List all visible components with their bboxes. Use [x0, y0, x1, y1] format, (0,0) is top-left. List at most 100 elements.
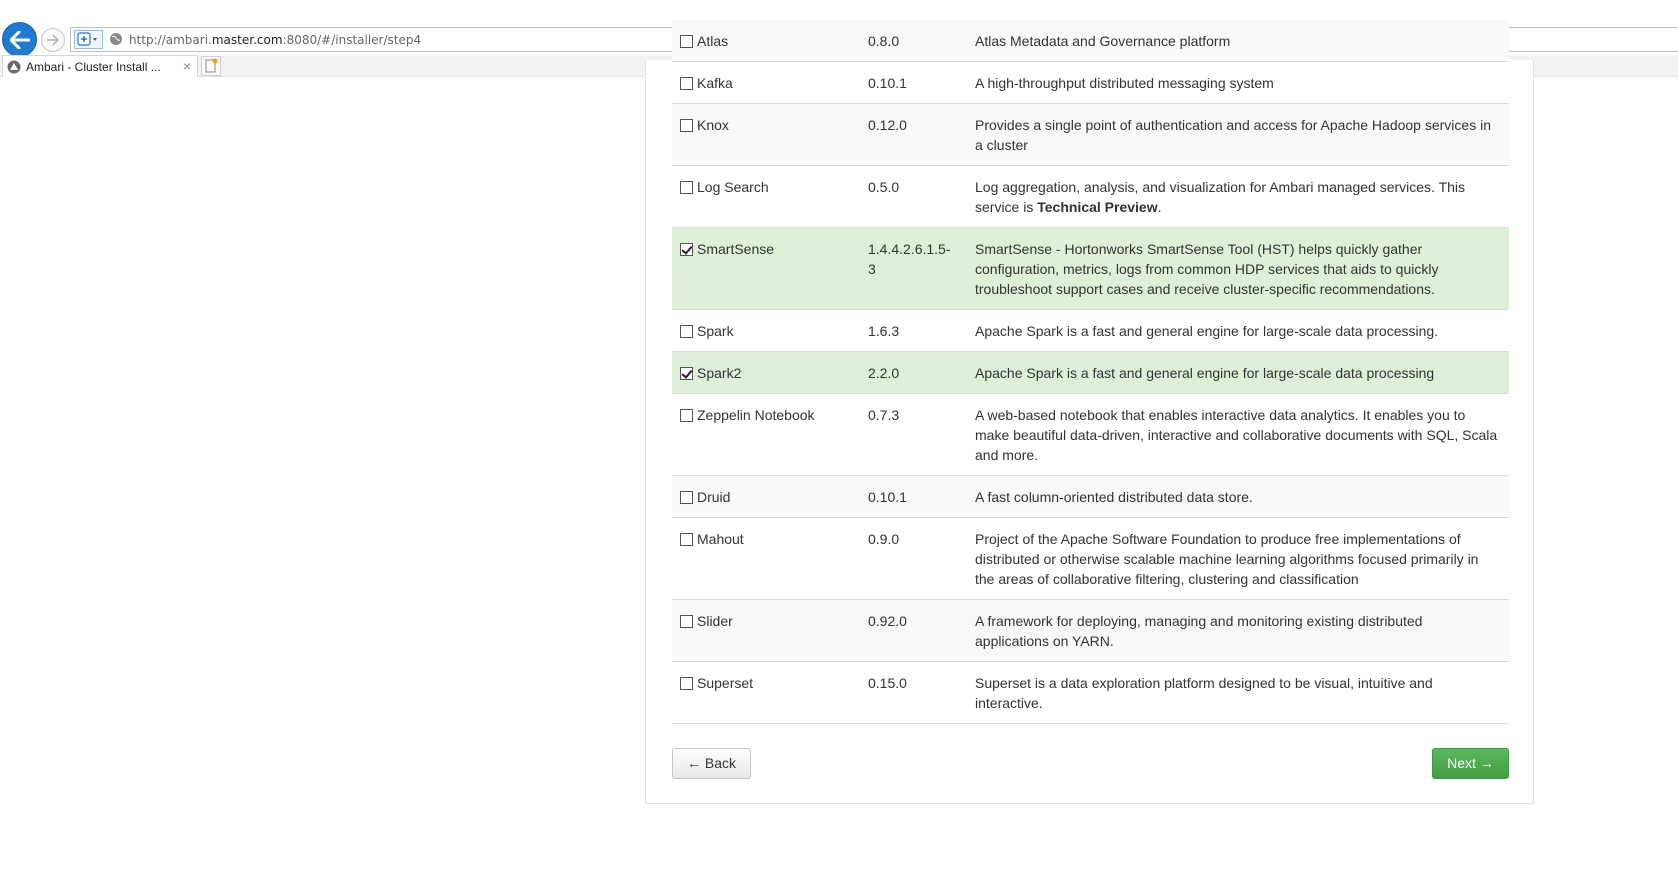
service-name: Spark2: [697, 365, 742, 381]
service-checkbox[interactable]: [680, 119, 693, 132]
service-name-cell: Spark: [672, 309, 859, 352]
table-row: Zeppelin Notebook 0.7.3 A web-based notebo…: [672, 393, 1509, 476]
service-version: 2.2.0: [859, 351, 965, 394]
service-checkbox[interactable]: [680, 181, 693, 194]
service-version: 0.8.0: [859, 20, 965, 62]
service-description-cell: Provides a single point of authenticatio…: [965, 103, 1509, 166]
browser-back-button[interactable]: [2, 22, 37, 57]
tab-ambari-install[interactable]: Ambari - Cluster Install ... ×: [2, 55, 198, 77]
service-checkbox[interactable]: [680, 325, 693, 338]
service-name-cell: Druid: [672, 475, 859, 518]
service-description-cell: Superset is a data exploration platform …: [965, 661, 1509, 724]
service-name-cell: Atlas: [672, 20, 859, 62]
service-name-cell: Knox: [672, 103, 859, 166]
next-button[interactable]: Next →: [1432, 748, 1509, 779]
site-security-icon[interactable]: [74, 30, 103, 49]
service-name: Druid: [697, 489, 731, 505]
service-version: 0.12.0: [859, 103, 965, 166]
service-description-cell: Log aggregation, analysis, and visualiza…: [965, 165, 1509, 228]
service-checkbox[interactable]: [680, 677, 693, 690]
service-description-cell: Apache Spark is a fast and general engin…: [965, 309, 1509, 352]
arrow-right-icon: [47, 34, 60, 46]
service-description: Apache Spark is a fast and general engin…: [975, 365, 1435, 381]
service-checkbox[interactable]: [680, 35, 693, 48]
back-button[interactable]: ← Back: [672, 748, 751, 779]
service-checkbox[interactable]: [680, 491, 693, 504]
service-description-cell: A fast column-oriented distributed data …: [965, 475, 1509, 518]
service-name: Spark: [697, 323, 734, 339]
service-name: SmartSense: [697, 241, 775, 257]
service-name-cell: Zeppelin Notebook: [672, 393, 859, 476]
service-name: Slider: [697, 613, 733, 629]
service-name-cell: Superset: [672, 661, 859, 724]
service-description: A high-throughput distributed messaging …: [975, 75, 1274, 91]
arrow-left-icon: [9, 30, 30, 49]
service-description: Atlas Metadata and Governance platform: [975, 33, 1231, 49]
close-tab-icon[interactable]: ×: [183, 58, 191, 74]
service-name-cell: Kafka: [672, 61, 859, 104]
service-description-cell: A web-based notebook that enables intera…: [965, 393, 1509, 476]
service-name: Knox: [697, 117, 729, 133]
service-name: Atlas: [697, 33, 729, 49]
technical-preview-label: Technical Preview: [1037, 199, 1158, 215]
service-version: 0.5.0: [859, 165, 965, 228]
service-description-cell: Atlas Metadata and Governance platform: [965, 20, 1509, 62]
service-version: 0.15.0: [859, 661, 965, 724]
service-description: SmartSense - Hortonworks SmartSense Tool…: [975, 241, 1439, 297]
table-row: Slider 0.92.0 A framework for deploying, m…: [672, 599, 1509, 662]
service-name-cell: Log Search: [672, 165, 859, 228]
service-name-cell: Slider: [672, 599, 859, 662]
service-version: 1.4.4.2.6.1.5-3: [859, 227, 965, 310]
table-row: Spark2 2.2.0 Apache Spark is a fast and ge…: [672, 351, 1509, 394]
table-row: Superset 0.15.0 Superset is a data explora…: [672, 661, 1509, 724]
table-row: Spark 1.6.3 Apache Spark is a fast and gen…: [672, 309, 1509, 352]
service-name-cell: SmartSense: [672, 227, 859, 310]
service-name: Mahout: [697, 531, 744, 547]
new-tab-icon: [205, 58, 218, 73]
service-version: 0.7.3: [859, 393, 965, 476]
service-checkbox[interactable]: [680, 367, 693, 380]
service-description-cell: A high-throughput distributed messaging …: [965, 61, 1509, 104]
choose-services-panel: Atlas 0.8.0 Atlas Metadata and Governance …: [645, 20, 1534, 804]
service-description-tail: .: [1157, 199, 1162, 215]
service-description: Apache Spark is a fast and general engin…: [975, 323, 1439, 339]
service-name: Superset: [697, 675, 754, 691]
url-text[interactable]: http://ambari.master.com:8080/#/installe…: [129, 33, 421, 47]
service-name-cell: Spark2: [672, 351, 859, 394]
table-row: Log Search 0.5.0 Log aggregation, analysis…: [672, 165, 1509, 228]
tab-title: Ambari - Cluster Install ...: [26, 60, 161, 74]
service-description: A web-based notebook that enables intera…: [975, 407, 1498, 463]
service-checkbox[interactable]: [680, 77, 693, 90]
services-table: Atlas 0.8.0 Atlas Metadata and Governance …: [672, 20, 1509, 724]
new-tab-button[interactable]: [201, 56, 221, 76]
service-description: A fast column-oriented distributed data …: [975, 489, 1253, 505]
service-description: A framework for deploying, managing and …: [975, 613, 1423, 649]
service-description: Provides a single point of authenticatio…: [975, 117, 1491, 153]
table-row: Atlas 0.8.0 Atlas Metadata and Governance …: [672, 20, 1509, 62]
service-version: 0.92.0: [859, 599, 965, 662]
service-version: 0.10.1: [859, 475, 965, 518]
service-checkbox[interactable]: [680, 409, 693, 422]
service-checkbox[interactable]: [680, 533, 693, 546]
service-name: Kafka: [697, 75, 733, 91]
service-description-cell: A framework for deploying, managing and …: [965, 599, 1509, 662]
service-name-cell: Mahout: [672, 517, 859, 600]
service-checkbox[interactable]: [680, 243, 693, 256]
table-row: SmartSense 1.4.4.2.6.1.5-3 SmartSense - Ho…: [672, 227, 1509, 310]
ambari-favicon-icon: [7, 60, 21, 74]
table-row: Kafka 0.10.1 A high-throughput distributed…: [672, 61, 1509, 104]
service-name: Log Search: [697, 179, 769, 195]
globe-icon: [110, 33, 122, 45]
service-name: Zeppelin Notebook: [697, 407, 815, 423]
service-version: 1.6.3: [859, 309, 965, 352]
service-version: 0.10.1: [859, 61, 965, 104]
service-description-cell: Project of the Apache Software Foundatio…: [965, 517, 1509, 600]
table-row: Druid 0.10.1 A fast column-oriented distri…: [672, 475, 1509, 518]
table-row: Mahout 0.9.0 Project of the Apache Softwar…: [672, 517, 1509, 600]
table-row: Knox 0.12.0 Provides a single point of aut…: [672, 103, 1509, 166]
service-version: 0.9.0: [859, 517, 965, 600]
service-checkbox[interactable]: [680, 615, 693, 628]
service-description: Project of the Apache Software Foundatio…: [975, 531, 1479, 587]
browser-forward-button[interactable]: [41, 28, 65, 52]
service-description-cell: Apache Spark is a fast and general engin…: [965, 351, 1509, 394]
